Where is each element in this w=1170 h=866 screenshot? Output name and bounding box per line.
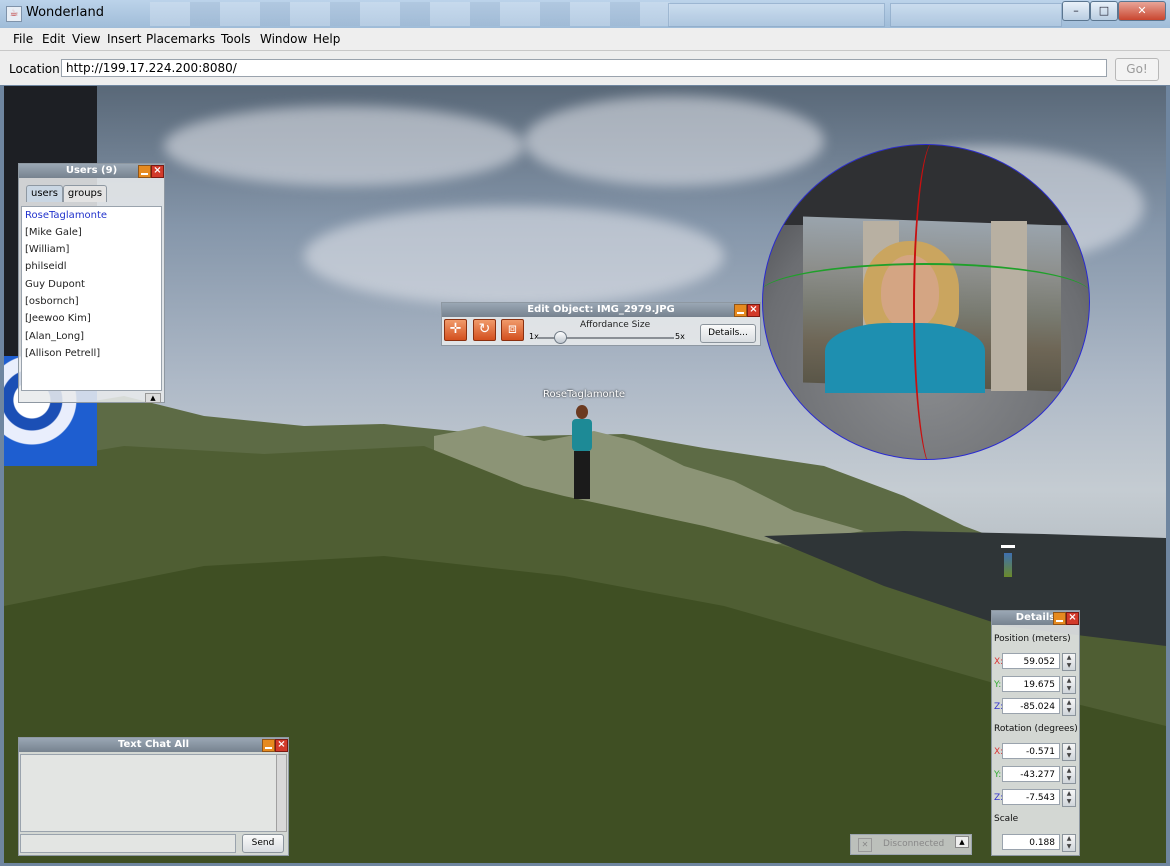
position-z-spinner[interactable]: ▲ ▼ [1062,698,1076,716]
scale-label: Scale [994,814,1019,824]
position-y-spinner[interactable]: ▲ ▼ [1062,676,1076,694]
list-item[interactable]: Guy Dupont [25,279,85,290]
position-label: Position (meters) [994,634,1071,644]
background-tab-ghost [890,3,1062,27]
avatar-nametag: RoseTaglamonte [543,389,626,400]
scale-spinner[interactable]: ▲ ▼ [1062,834,1076,852]
location-label: Location: [9,62,64,76]
audio-icon[interactable]: ✕ [858,838,872,852]
affordance-slider-handle[interactable] [554,331,567,344]
close-icon[interactable]: × [151,165,164,178]
java-app-icon: ☕ [6,6,22,22]
position-y-field[interactable]: 19.675 [1002,676,1060,692]
list-item[interactable]: [osbornch] [25,296,79,307]
menu-view[interactable]: View [72,32,100,46]
list-item[interactable]: [Jeewoo Kim] [25,313,91,324]
close-icon[interactable]: × [1066,612,1079,625]
affordance-max-label: 5x [675,332,685,341]
affordance-size-label: Affordance Size [580,320,651,330]
list-item[interactable]: philseidl [25,261,67,272]
menu-help[interactable]: Help [313,32,340,46]
position-x-field[interactable]: 59.052 [1002,653,1060,669]
go-button[interactable]: Go! [1115,58,1159,81]
position-x-spinner[interactable]: ▲ ▼ [1062,653,1076,671]
avatar-torso [572,419,592,451]
background-taskbar-ghost [150,2,670,26]
location-input[interactable] [61,59,1107,77]
menu-window[interactable]: Window [260,32,307,46]
close-icon[interactable]: × [747,304,760,317]
rotation-y-spinner[interactable]: ▲ ▼ [1062,766,1076,784]
menu-file[interactable]: File [13,32,33,46]
window-titlebar: ☕ Wonderland – □ ✕ [0,0,1170,29]
users-list: RoseTaglamonte [Mike Gale] [William] phi… [21,206,162,391]
text-chat-title: Text Chat All [19,738,288,752]
background-tab-ghost [668,3,885,27]
rotation-ring-red[interactable] [913,145,955,459]
menu-placemarks[interactable]: Placemarks [146,32,215,46]
send-button[interactable]: Send [242,834,284,853]
position-y-label: Y: [994,680,1002,690]
photo-jacket [825,323,985,393]
maximize-button[interactable]: □ [1090,1,1118,21]
chat-scrollbar[interactable] [276,754,287,832]
minimize-icon[interactable] [262,739,275,752]
resize-icon[interactable]: ⧈ [501,319,524,341]
window-title: Wonderland [26,5,104,20]
list-item[interactable]: [Alan_Long] [25,331,84,342]
photo-sphere-object[interactable] [762,144,1090,460]
minimize-icon[interactable] [734,304,747,317]
menu-edit[interactable]: Edit [42,32,65,46]
edit-object-title: Edit Object: IMG_2979.JPG [442,303,760,317]
list-item[interactable]: [Allison Petrell] [25,348,100,359]
status-text: Disconnected [883,839,945,849]
chat-log [20,754,278,832]
location-bar: Location: Go! [0,51,1170,85]
rotation-z-spinner[interactable]: ▲ ▼ [1062,789,1076,807]
avatar[interactable] [568,405,596,501]
rotation-label: Rotation (degrees) [994,724,1078,734]
distant-avatar-nametag [1001,545,1015,548]
distant-avatar[interactable] [1004,553,1012,577]
position-z-field[interactable]: -85.024 [1002,698,1060,714]
menu-tools[interactable]: Tools [221,32,251,46]
avatar-head [576,405,588,419]
rotate-icon[interactable]: ↻ [473,319,496,341]
chat-input[interactable] [20,834,236,853]
rotation-y-field[interactable]: -43.277 [1002,766,1060,782]
rotation-x-spinner[interactable]: ▲ ▼ [1062,743,1076,761]
list-item[interactable]: [Mike Gale] [25,227,82,238]
tab-groups[interactable]: groups [63,185,107,202]
menu-bar: File Edit View Insert Placemarks Tools W… [0,28,1170,51]
menu-insert[interactable]: Insert [107,32,141,46]
list-item[interactable]: RoseTaglamonte [25,210,107,221]
avatar-legs [574,451,590,499]
minimize-button[interactable]: – [1062,1,1090,21]
close-icon[interactable]: × [275,739,288,752]
minimize-icon[interactable] [138,165,151,178]
scale-field[interactable]: 0.188 [1002,834,1060,850]
rotation-x-field[interactable]: -0.571 [1002,743,1060,759]
rotation-y-label: Y: [994,770,1002,780]
tab-users[interactable]: users [26,185,63,202]
details-button[interactable]: Details... [700,324,756,343]
close-button[interactable]: ✕ [1118,1,1166,21]
rotation-z-field[interactable]: -7.543 [1002,789,1060,805]
chevron-up-icon[interactable]: ▲ [145,393,161,403]
minimize-icon[interactable] [1053,612,1066,625]
move-icon[interactable]: ✛ [444,319,467,341]
list-item[interactable]: [William] [25,244,69,255]
chevron-up-icon[interactable]: ▲ [955,836,969,848]
